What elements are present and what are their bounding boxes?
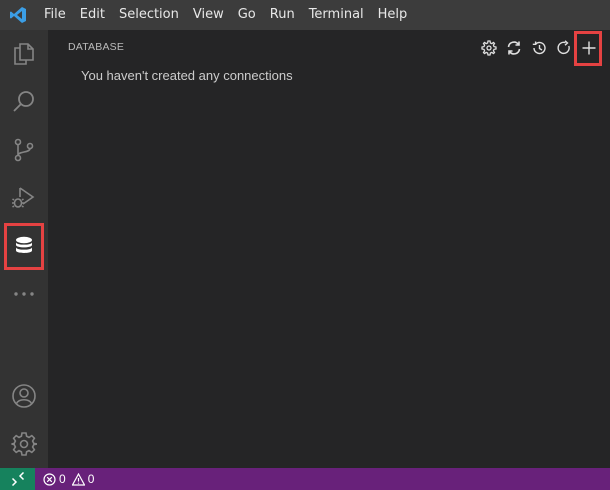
menu-run[interactable]: Run bbox=[263, 0, 302, 30]
menu-view[interactable]: View bbox=[186, 0, 231, 30]
menu-help[interactable]: Help bbox=[371, 0, 415, 30]
warning-icon bbox=[71, 472, 85, 486]
database-panel: DATABASE You haven't created any connect… bbox=[48, 30, 610, 468]
search-icon[interactable] bbox=[0, 78, 48, 126]
status-bar: 0 0 bbox=[0, 468, 610, 490]
error-count: 0 bbox=[59, 472, 66, 486]
menu-terminal[interactable]: Terminal bbox=[302, 0, 371, 30]
active-view-highlight bbox=[4, 223, 44, 270]
run-debug-icon[interactable] bbox=[0, 174, 48, 222]
account-icon[interactable] bbox=[0, 372, 48, 420]
more-icon[interactable] bbox=[0, 270, 48, 318]
explorer-icon[interactable] bbox=[0, 30, 48, 78]
history-icon[interactable] bbox=[526, 36, 551, 60]
menu-edit[interactable]: Edit bbox=[73, 0, 112, 30]
error-icon bbox=[43, 472, 56, 486]
problems-indicator[interactable]: 0 0 bbox=[43, 472, 94, 486]
menu-go[interactable]: Go bbox=[231, 0, 263, 30]
activity-bar bbox=[0, 30, 48, 468]
warning-count: 0 bbox=[87, 472, 95, 486]
menu-selection[interactable]: Selection bbox=[112, 0, 186, 30]
title-bar: File Edit Selection View Go Run Terminal… bbox=[0, 0, 610, 30]
settings-icon[interactable] bbox=[476, 36, 501, 60]
sync-icon[interactable] bbox=[501, 36, 526, 60]
add-connection-highlight bbox=[574, 31, 602, 66]
vscode-logo-icon bbox=[0, 0, 36, 30]
source-control-icon[interactable] bbox=[0, 126, 48, 174]
remote-indicator[interactable] bbox=[0, 468, 35, 490]
menu-file[interactable]: File bbox=[36, 0, 73, 30]
empty-state-message: You haven't created any connections bbox=[81, 68, 293, 83]
panel-title: DATABASE bbox=[68, 41, 125, 53]
settings-gear-icon[interactable] bbox=[0, 420, 48, 468]
menu-bar: File Edit Selection View Go Run Terminal… bbox=[36, 0, 414, 30]
refresh-icon[interactable] bbox=[551, 36, 576, 60]
